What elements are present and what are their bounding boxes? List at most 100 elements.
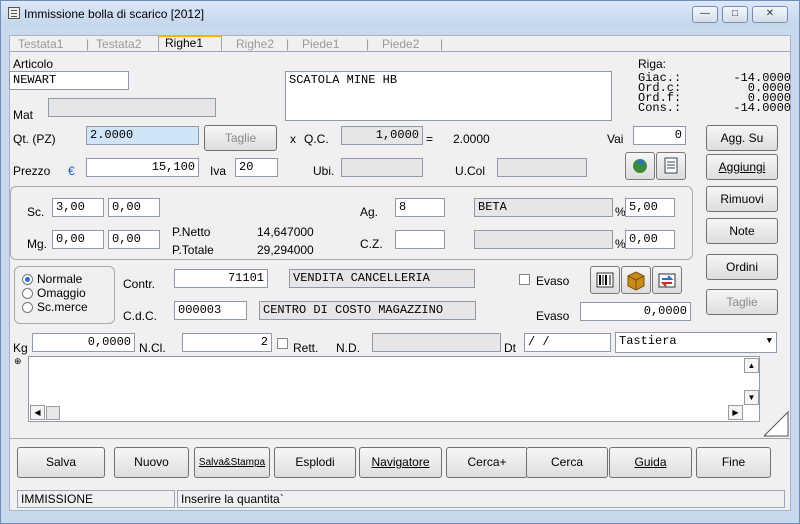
document-button[interactable]: [656, 152, 686, 180]
ag-name-field[interactable]: BETA: [474, 198, 613, 217]
articolo-code-field[interactable]: NEWART: [9, 71, 129, 90]
transfer-button[interactable]: [652, 266, 682, 294]
ag-percent-field[interactable]: 5,00: [625, 198, 675, 217]
package-button[interactable]: [621, 266, 651, 294]
qta-taglie-button[interactable]: Taglie: [204, 125, 277, 151]
mg2-field[interactable]: 0,00: [108, 230, 160, 249]
title-bar: Immissione bolla di scarico [2012] — □ ✕: [1, 1, 799, 27]
minimize-button[interactable]: —: [692, 6, 718, 23]
side-taglie-button[interactable]: Taglie: [706, 289, 778, 315]
esplodi-button[interactable]: Esplodi: [274, 447, 356, 478]
maximize-button[interactable]: □: [722, 6, 748, 23]
ubi-label: Ubi.: [313, 164, 335, 178]
mg1-field[interactable]: 0,00: [52, 230, 104, 249]
mat-field[interactable]: [48, 98, 216, 117]
prezzo-field[interactable]: 15,100: [86, 158, 199, 177]
radio-normale[interactable]: [22, 274, 33, 285]
ordini-button[interactable]: Ordini: [706, 254, 778, 280]
radio-omaggio[interactable]: [22, 288, 33, 299]
sc2-field[interactable]: 0,00: [108, 198, 160, 217]
salva-stampa-button[interactable]: Salva&Stampa: [194, 447, 270, 478]
fine-button[interactable]: Fine: [696, 447, 771, 478]
kg-field[interactable]: 0,0000: [32, 333, 135, 352]
iva-label: Iva: [210, 164, 227, 178]
resize-grip-icon[interactable]: [763, 411, 789, 437]
tab-testata1[interactable]: Testata1: [18, 37, 63, 51]
contr-label: Contr.: [123, 277, 156, 291]
scroll-right-button[interactable]: ▶: [728, 405, 743, 420]
scroll-left-button[interactable]: ◀: [30, 405, 45, 420]
cdc-label: C.d.C.: [123, 309, 158, 323]
scroll-up-button[interactable]: ▲: [744, 358, 759, 373]
scroll-down-button[interactable]: ▼: [744, 390, 759, 405]
salva-button[interactable]: Salva: [17, 447, 105, 478]
radio-scmerce[interactable]: [22, 302, 33, 313]
qc-field[interactable]: 1,0000: [341, 126, 423, 145]
kg-label: Kg: [13, 341, 28, 355]
vai-label: Vai: [607, 132, 624, 146]
expand-icon[interactable]: ⊕: [14, 356, 22, 367]
sc1-field[interactable]: 3,00: [52, 198, 104, 217]
ubi-field[interactable]: [341, 158, 423, 177]
rett-checkbox[interactable]: [277, 338, 288, 349]
nuovo-button[interactable]: Nuovo: [114, 447, 189, 478]
contr-name-field[interactable]: VENDITA CANCELLERIA: [289, 269, 475, 288]
transfer-icon: [658, 273, 676, 288]
iva-field[interactable]: 20: [235, 158, 278, 177]
tab-piede2[interactable]: Piede2: [382, 37, 419, 51]
nd-field[interactable]: [372, 333, 501, 352]
sc-label: Sc.: [27, 205, 45, 219]
note-button[interactable]: Note: [706, 218, 778, 244]
tab-testata2[interactable]: Testata2: [96, 37, 141, 51]
app-icon: [8, 7, 20, 19]
pnetto-value: 14,647000: [257, 225, 314, 239]
mat-label: Mat: [13, 108, 34, 122]
cdc-name-field[interactable]: CENTRO DI COSTO MAGAZZINO: [259, 301, 476, 320]
horizontal-scroll-thumb[interactable]: [46, 406, 60, 420]
tab-righe2[interactable]: Righe2: [236, 37, 274, 51]
ncl-label: N.Cl.: [139, 341, 166, 355]
form-client-area: Testata1 | Testata2 Righe1 Righe2 | Pied…: [9, 35, 791, 511]
main-window: Immissione bolla di scarico [2012] — □ ✕…: [0, 0, 800, 524]
articolo-label: Articolo: [13, 57, 54, 71]
package-icon: [627, 271, 645, 291]
tab-piede1[interactable]: Piede1: [302, 37, 339, 51]
cz-percent-field[interactable]: 0,00: [625, 230, 675, 249]
qta-result: 2.0000: [453, 132, 490, 146]
contr-code-field[interactable]: 71101: [174, 269, 268, 288]
ncl-field[interactable]: 2: [182, 333, 272, 352]
memo-area[interactable]: ▲ ▼ ◀ ▶: [28, 356, 760, 422]
qc-label: Q.C.: [304, 132, 329, 146]
ag-code-field[interactable]: 8: [395, 198, 445, 217]
cz-name-field[interactable]: [474, 230, 613, 249]
ptotale-value: 29,294000: [257, 243, 314, 257]
close-icon: ✕: [765, 8, 775, 19]
qta-field[interactable]: 2.0000: [86, 126, 199, 145]
vai-field[interactable]: 0: [633, 126, 686, 145]
chevron-down-icon: ▼: [766, 336, 772, 346]
rimuovi-button[interactable]: Rimuovi: [706, 186, 778, 212]
cerca-button[interactable]: Cerca: [526, 447, 608, 478]
ucol-field[interactable]: [497, 158, 587, 177]
articolo-description-field[interactable]: SCATOLA MINE HB: [285, 71, 612, 121]
cz-code-field[interactable]: [395, 230, 445, 249]
evaso-checkbox[interactable]: [519, 274, 530, 285]
aggiungi-button[interactable]: Aggiungi: [706, 154, 778, 180]
agg-su-button[interactable]: Agg. Su: [706, 125, 778, 151]
prezzo-label: Prezzo: [13, 164, 51, 178]
evaso-checkbox-label: Evaso: [536, 274, 570, 288]
refresh-button[interactable]: [625, 152, 655, 180]
input-mode-select[interactable]: Tastiera ▼: [615, 332, 777, 353]
equals-label: =: [426, 132, 434, 146]
tab-righe1[interactable]: Righe1: [158, 35, 222, 51]
mg-label: Mg.: [27, 237, 48, 251]
navigatore-button[interactable]: Navigatore: [359, 447, 442, 478]
barcode-button[interactable]: [590, 266, 620, 294]
cdc-evaso-field[interactable]: 0,0000: [580, 302, 691, 321]
guida-button[interactable]: Guida: [609, 447, 692, 478]
close-button[interactable]: ✕: [752, 6, 788, 23]
cdc-code-field[interactable]: 000003: [174, 301, 247, 320]
dt-field[interactable]: / /: [524, 333, 611, 352]
cerca-plus-button[interactable]: Cerca+: [446, 447, 528, 478]
riga-stats: Giac.: -14.0000 Ord.c: 0.0000 Ord.f: 0.0000…: [638, 71, 791, 115]
